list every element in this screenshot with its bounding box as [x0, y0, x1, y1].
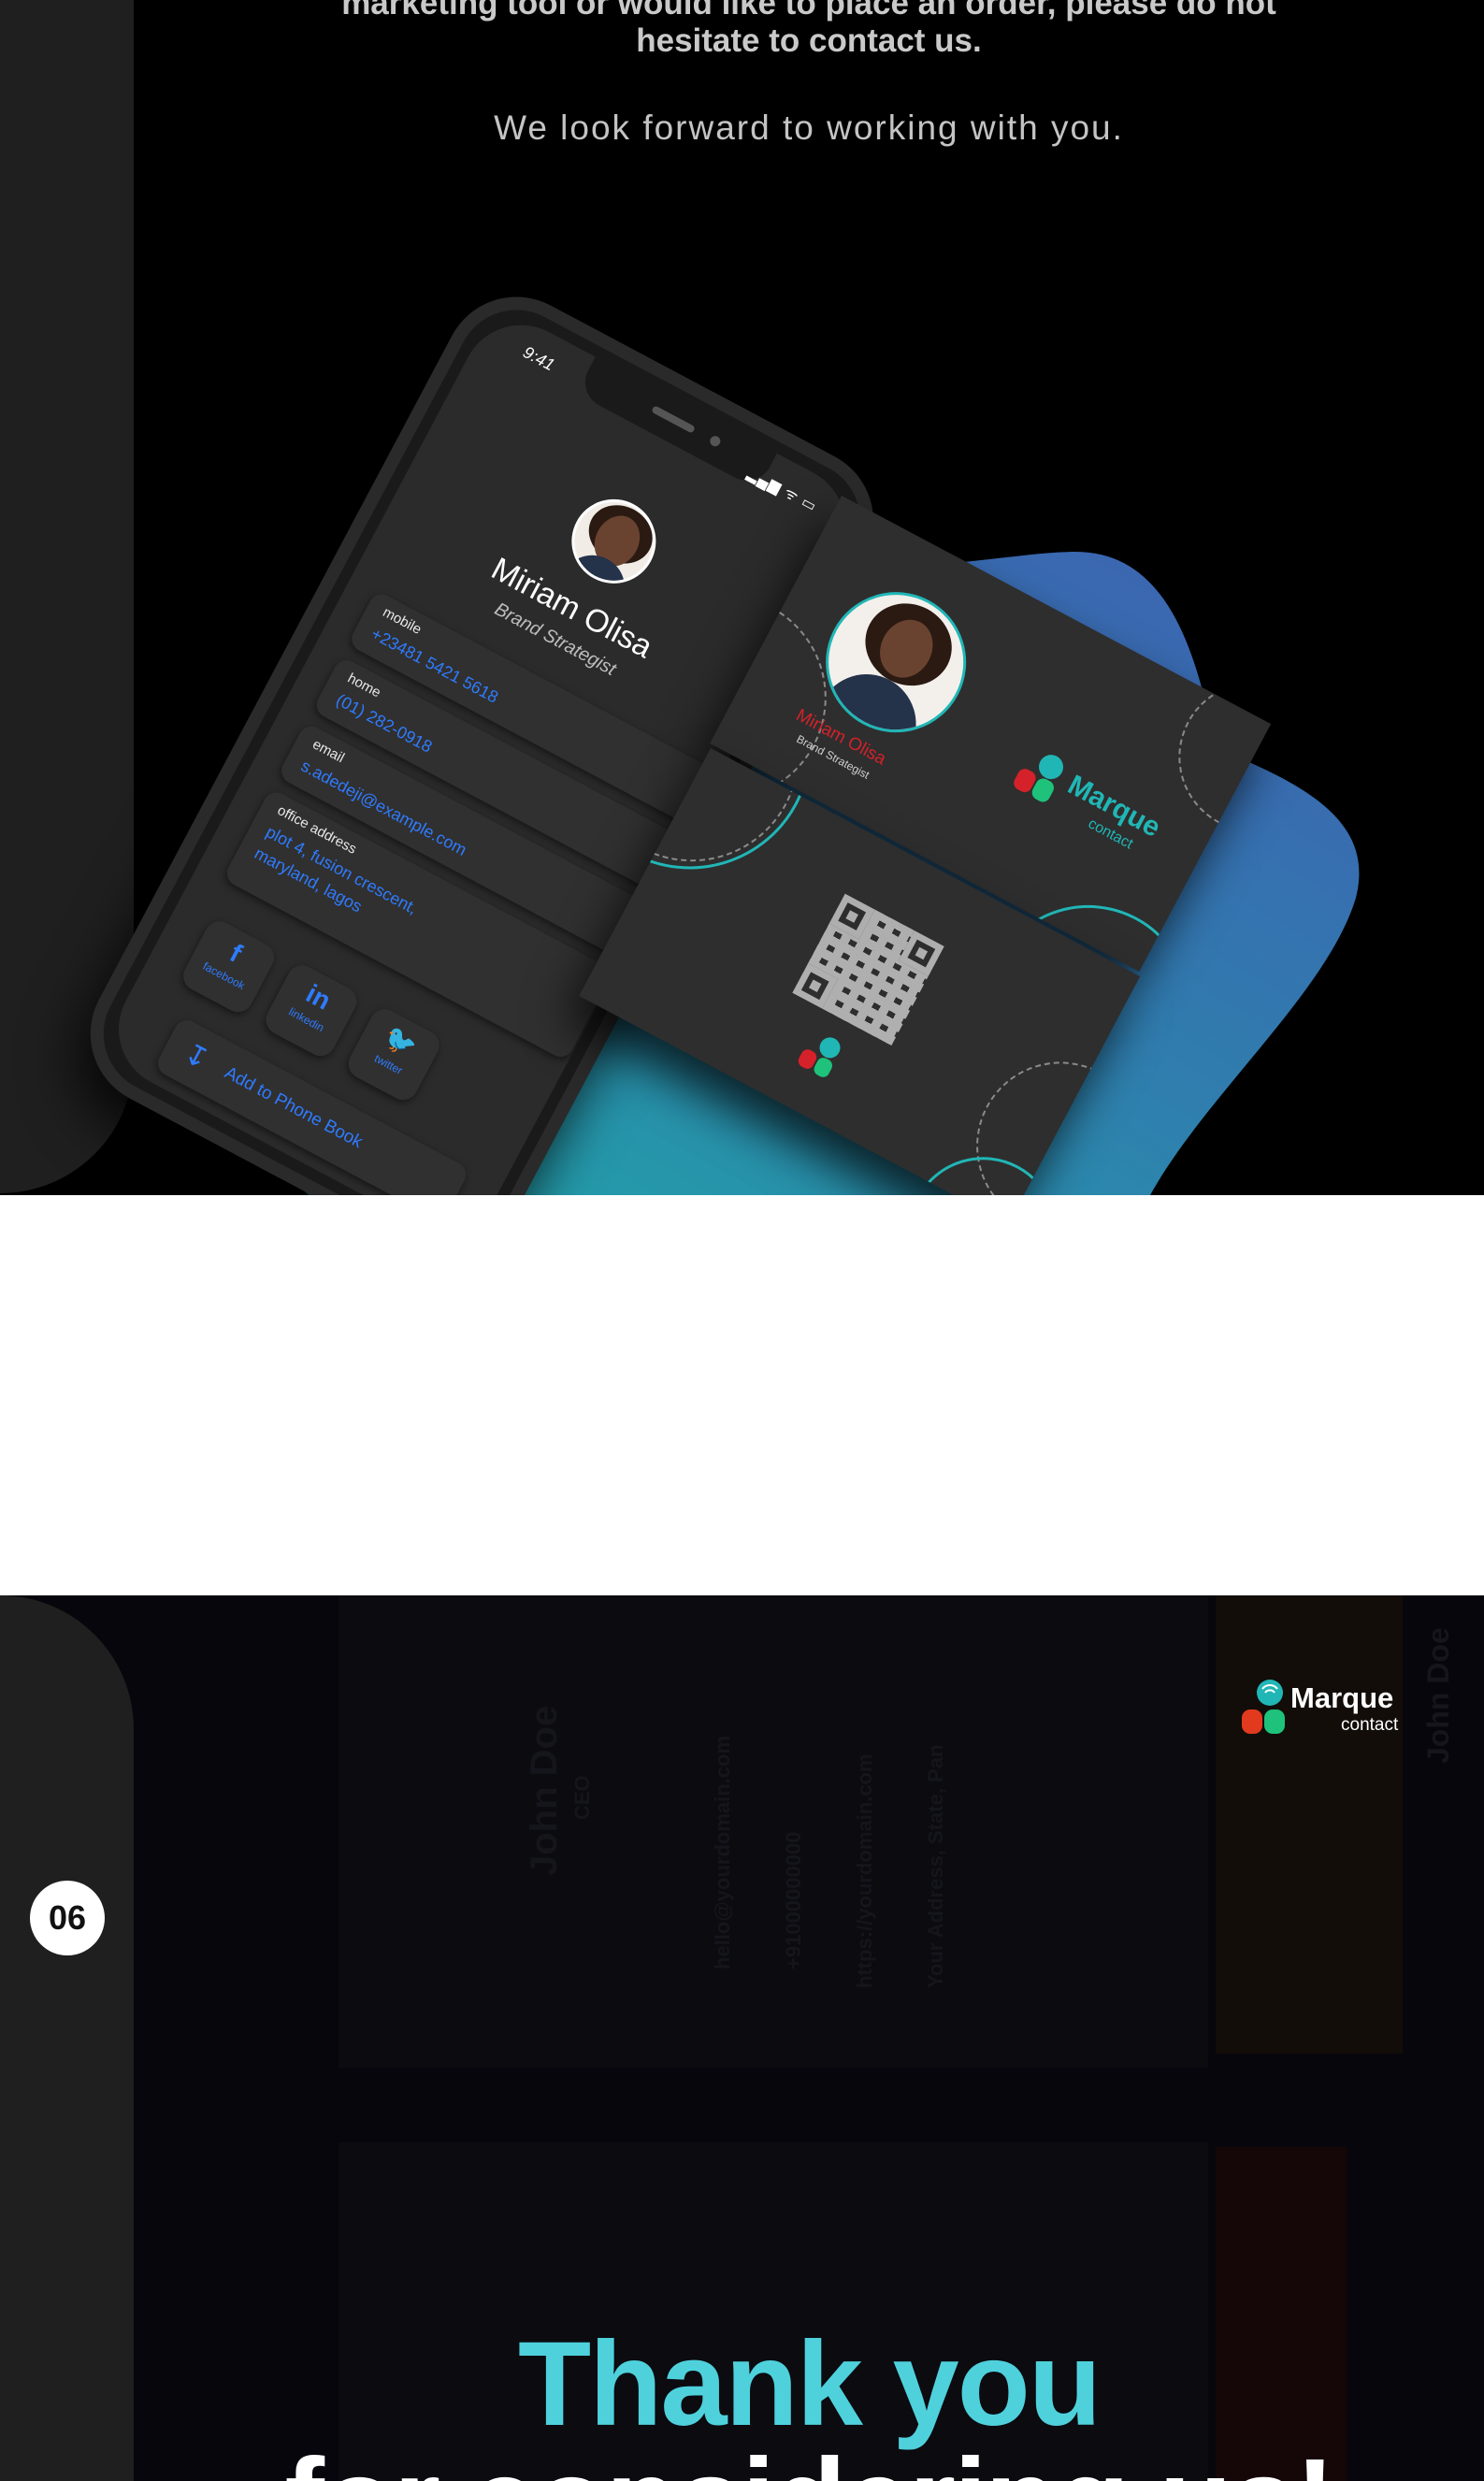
add-to-phone-book-label: Add to Phone Book: [221, 1062, 367, 1153]
marque-logo-icon: [1014, 755, 1064, 802]
add-contact-icon: ↧: [178, 1037, 214, 1076]
marque-logo-icon: [1242, 1680, 1285, 1734]
status-time: 9:41: [520, 342, 558, 375]
linkedin-button[interactable]: in linkedin: [260, 959, 362, 1061]
facebook-button[interactable]: f facebook: [178, 916, 280, 1017]
top-section: marketing tool or would like to place an…: [0, 0, 1484, 1195]
logo-subtitle: contact: [1341, 1715, 1399, 1735]
twitter-button[interactable]: 🐦 twitter: [343, 1003, 445, 1105]
closing-section: John Doe CEO hello@yourdomain.com +91000…: [0, 1595, 1484, 2481]
faded-card-panel: [1216, 1595, 1403, 2054]
faded-card-panel: [339, 1595, 1208, 2068]
thank-you-subheading: for considering us!: [134, 2432, 1484, 2481]
ghost-name: John Doe: [524, 1705, 565, 1876]
ghost-role: CEO: [570, 1775, 594, 1820]
ghost-email: hello@yourdomain.com: [711, 1735, 734, 1969]
ghost-name-right: John Doe: [1421, 1627, 1455, 1764]
ghost-website: https://yourdomain.com: [853, 1753, 876, 1988]
qr-code-icon[interactable]: [792, 893, 944, 1046]
ghost-address: Your Address, State, Pan: [924, 1744, 947, 1988]
slide-number-badge: 06: [30, 1881, 105, 1955]
profile-avatar: [556, 483, 671, 599]
spacer-band: [0, 1195, 1484, 1595]
camera-icon: [708, 434, 723, 449]
speaker-icon: [651, 405, 696, 434]
signal-wifi-battery-icon: ▂▄▆ ᯤ ▭: [744, 465, 820, 516]
left-rail-bottom: [0, 1595, 134, 2481]
logo-title: Marque: [1290, 1681, 1394, 1714]
marque-contact-logo: Marque contact: [1240, 1678, 1408, 1743]
marque-logo-icon: [798, 1037, 841, 1077]
ghost-phone: +91000000000: [782, 1831, 805, 1969]
